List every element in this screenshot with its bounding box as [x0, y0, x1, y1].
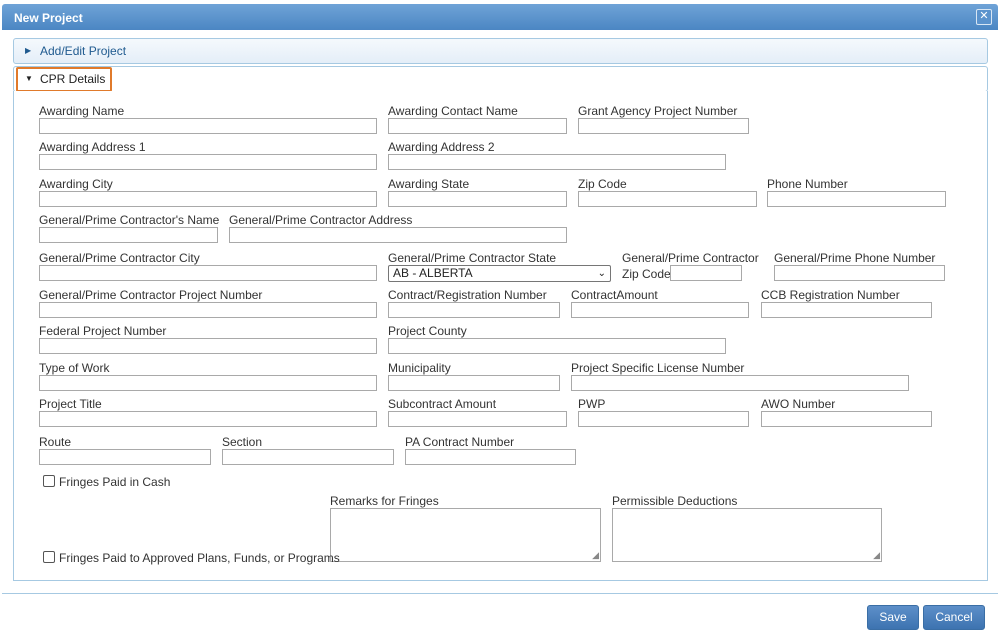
- pwp-input[interactable]: [578, 411, 749, 427]
- contract-amount-label: ContractAmount: [571, 288, 658, 302]
- awarding-address-1-input[interactable]: [39, 154, 377, 170]
- dialog-title: New Project: [14, 11, 83, 25]
- prime-contractor-name-input[interactable]: [39, 227, 218, 243]
- pwp-label: PWP: [578, 397, 606, 411]
- prime-phone-number-label: General/Prime Phone Number: [774, 251, 936, 265]
- subcontract-amount-label: Subcontract Amount: [388, 397, 497, 411]
- project-title-label: Project Title: [39, 397, 102, 411]
- project-county-input[interactable]: [388, 338, 726, 354]
- phone-number-input[interactable]: [767, 191, 946, 207]
- federal-project-number-input[interactable]: [39, 338, 377, 354]
- section-input[interactable]: [222, 449, 394, 465]
- awarding-address-2-label: Awarding Address 2: [388, 140, 495, 154]
- fringes-cash-checkbox[interactable]: [43, 475, 55, 487]
- prime-contractor-project-number-label: General/Prime Contractor Project Number: [39, 288, 263, 302]
- fringes-plans-checkbox[interactable]: [43, 551, 55, 563]
- resize-grip-icon[interactable]: ◢: [873, 550, 880, 561]
- cpr-details-header[interactable]: ▼ CPR Details: [13, 66, 988, 92]
- prime-contractor-city-input[interactable]: [39, 265, 377, 281]
- ccb-registration-number-input[interactable]: [761, 302, 932, 318]
- awo-number-label: AWO Number: [761, 397, 836, 411]
- dialog-titlebar: New Project ✕: [2, 4, 998, 30]
- awarding-contact-name-label: Awarding Contact Name: [388, 104, 518, 118]
- phone-number-label: Phone Number: [767, 177, 848, 191]
- contract-registration-number-input[interactable]: [388, 302, 560, 318]
- federal-project-number-label: Federal Project Number: [39, 324, 167, 338]
- contract-amount-input[interactable]: [571, 302, 749, 318]
- prime-contractor-zip-input[interactable]: [670, 265, 742, 281]
- cpr-details-label: CPR Details: [40, 72, 106, 86]
- project-specific-license-number-input[interactable]: [571, 375, 909, 391]
- prime-contractor-zip-label-line1: General/Prime Contractor: [622, 251, 759, 265]
- remarks-for-fringes-textarea[interactable]: ◢: [330, 508, 601, 562]
- type-of-work-label: Type of Work: [39, 361, 110, 375]
- contract-registration-number-label: Contract/Registration Number: [388, 288, 547, 302]
- municipality-input[interactable]: [388, 375, 560, 391]
- permissible-deductions-label: Permissible Deductions: [612, 494, 738, 508]
- prime-contractor-city-label: General/Prime Contractor City: [39, 251, 200, 265]
- fringes-cash-label: Fringes Paid in Cash: [59, 475, 171, 489]
- awarding-state-label: Awarding State: [388, 177, 470, 191]
- awarding-city-input[interactable]: [39, 191, 377, 207]
- footer-divider: [2, 593, 998, 594]
- fringes-plans-label: Fringes Paid to Approved Plans, Funds, o…: [59, 551, 340, 565]
- add-edit-project-header[interactable]: ▶ Add/Edit Project: [13, 38, 988, 64]
- type-of-work-input[interactable]: [39, 375, 377, 391]
- project-county-label: Project County: [388, 324, 467, 338]
- prime-contractor-address-input[interactable]: [229, 227, 567, 243]
- prime-contractor-address-label: General/Prime Contractor Address: [229, 213, 413, 227]
- awarding-address-1-label: Awarding Address 1: [39, 140, 146, 154]
- triangle-down-icon: ▼: [25, 74, 33, 83]
- subcontract-amount-input[interactable]: [388, 411, 567, 427]
- section-label: Section: [222, 435, 263, 449]
- prime-contractor-name-label: General/Prime Contractor's Name: [39, 213, 220, 227]
- close-icon[interactable]: ✕: [976, 9, 992, 25]
- zip-code-label: Zip Code: [578, 177, 627, 191]
- awo-number-input[interactable]: [761, 411, 932, 427]
- cancel-button[interactable]: Cancel: [923, 605, 985, 630]
- project-title-input[interactable]: [39, 411, 377, 427]
- remarks-for-fringes-label: Remarks for Fringes: [330, 494, 439, 508]
- prime-contractor-state-select[interactable]: AB - ALBERTA ⌄: [388, 265, 611, 282]
- awarding-contact-name-input[interactable]: [388, 118, 567, 134]
- prime-phone-number-input[interactable]: [774, 265, 945, 281]
- add-edit-project-label: Add/Edit Project: [40, 44, 127, 58]
- pa-contract-number-input[interactable]: [405, 449, 576, 465]
- prime-contractor-zip-label-line2: Zip Code: [622, 267, 671, 281]
- project-specific-license-number-label: Project Specific License Number: [571, 361, 745, 375]
- awarding-name-label: Awarding Name: [39, 104, 125, 118]
- route-label: Route: [39, 435, 72, 449]
- new-project-dialog: New Project ✕ ▶ Add/Edit Project ▼ CPR D…: [0, 0, 1001, 634]
- triangle-right-icon: ▶: [25, 46, 32, 55]
- ccb-registration-number-label: CCB Registration Number: [761, 288, 900, 302]
- grant-agency-project-number-input[interactable]: [578, 118, 749, 134]
- zip-code-input[interactable]: [578, 191, 757, 207]
- state-select-value: AB - ALBERTA: [393, 266, 473, 280]
- grant-agency-project-number-label: Grant Agency Project Number: [578, 104, 738, 118]
- municipality-label: Municipality: [388, 361, 451, 375]
- awarding-city-label: Awarding City: [39, 177, 113, 191]
- awarding-state-input[interactable]: [388, 191, 567, 207]
- pa-contract-number-label: PA Contract Number: [405, 435, 515, 449]
- permissible-deductions-textarea[interactable]: ◢: [612, 508, 882, 562]
- chevron-down-icon: ⌄: [597, 268, 606, 279]
- resize-grip-icon[interactable]: ◢: [592, 550, 599, 561]
- prime-contractor-state-label: General/Prime Contractor State: [388, 251, 557, 265]
- save-button[interactable]: Save: [867, 605, 919, 630]
- prime-contractor-project-number-input[interactable]: [39, 302, 377, 318]
- route-input[interactable]: [39, 449, 211, 465]
- awarding-address-2-input[interactable]: [388, 154, 726, 170]
- awarding-name-input[interactable]: [39, 118, 377, 134]
